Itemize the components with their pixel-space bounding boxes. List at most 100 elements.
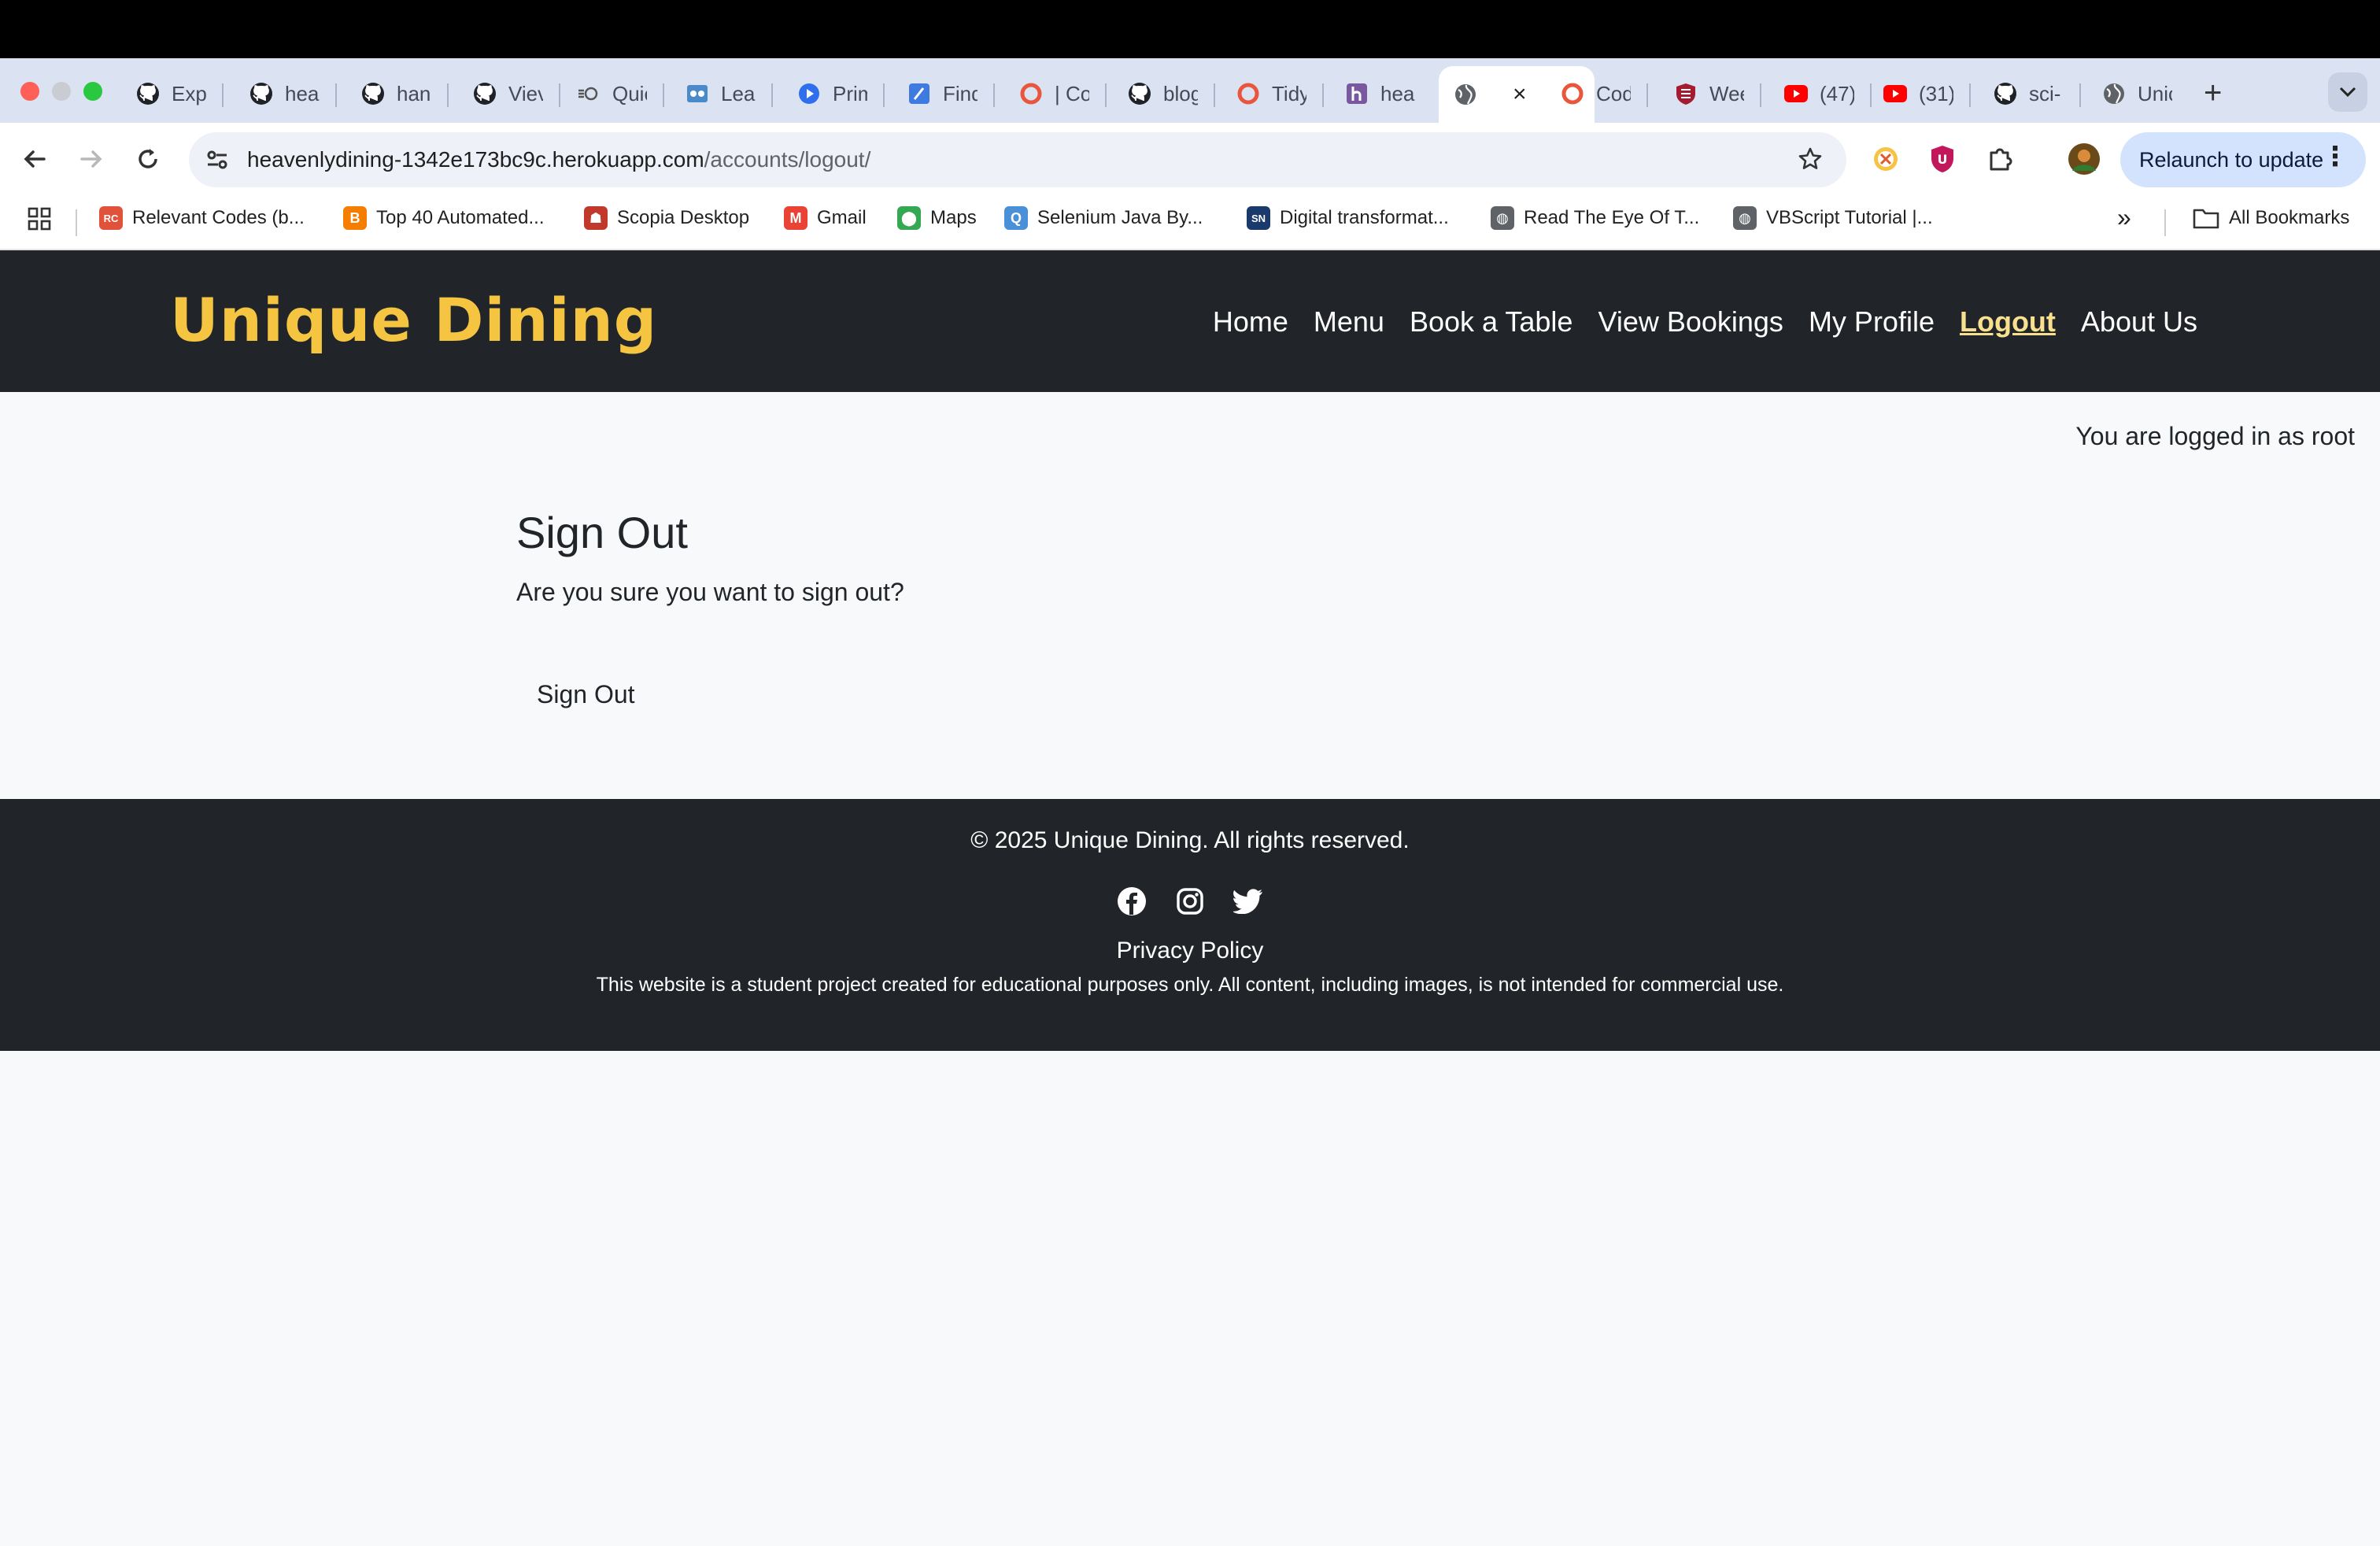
- bookmarks-divider: [76, 209, 77, 236]
- maps-icon: ⬤: [897, 206, 921, 230]
- logged-in-status: You are logged in as root: [2075, 422, 2355, 450]
- browser-tab[interactable]: (31): [1868, 69, 1961, 118]
- close-tab-icon[interactable]: ×: [1513, 81, 1527, 108]
- new-tab-button[interactable]: +: [2204, 76, 2222, 111]
- bookmark-item[interactable]: ☗ Scopia Desktop: [584, 206, 749, 230]
- browser-tab[interactable]: Exp: [121, 69, 214, 118]
- browser-tab[interactable]: Unic: [2087, 69, 2180, 118]
- copyright-text: © 2025 Unique Dining. All rights reserve…: [970, 827, 1410, 853]
- browser-tab[interactable]: Viev: [458, 69, 551, 118]
- bookmark-label: Relevant Codes (b...: [132, 207, 305, 228]
- browser-tab[interactable]: Wee: [1659, 69, 1752, 118]
- twitter-icon[interactable]: [1232, 886, 1264, 917]
- bookmarks-divider: [2164, 209, 2166, 236]
- extension-timer-icon[interactable]: [1867, 140, 1905, 178]
- tab-separator: [1646, 83, 1648, 107]
- tab-separator: [222, 83, 224, 107]
- signout-question: Are you sure you want to sign out?: [516, 578, 904, 606]
- bookmark-item[interactable]: ◍ Read The Eye Of T...: [1491, 206, 1699, 230]
- page-title: Sign Out: [516, 508, 688, 557]
- browser-tab[interactable]: Prim: [782, 69, 875, 118]
- bookmarks-bar: RC Relevant Codes (b... B Top 40 Automated.…: [0, 195, 2380, 250]
- instagram-icon[interactable]: [1174, 886, 1206, 917]
- browser-tab[interactable]: blog: [1113, 69, 1206, 118]
- nav-menu[interactable]: Menu: [1314, 305, 1384, 338]
- nav-logout[interactable]: Logout: [1960, 305, 2056, 338]
- site-footer: © 2025 Unique Dining. All rights reserve…: [0, 799, 2380, 1051]
- tab-title: Prim: [833, 81, 867, 105]
- more-bookmarks-button[interactable]: »: [2117, 203, 2131, 232]
- tab-title: Quic: [612, 81, 647, 105]
- browser-tab[interactable]: (47): [1769, 69, 1862, 118]
- bookmark-star-icon[interactable]: [1794, 143, 1826, 175]
- bookmark-item[interactable]: Q Selenium Java By...: [1004, 206, 1203, 230]
- tab-search-button[interactable]: [2328, 72, 2367, 112]
- github-icon: [472, 81, 497, 106]
- zoom-window-button[interactable]: [83, 82, 102, 101]
- site-brand[interactable]: Unique Dining: [170, 285, 657, 355]
- more-menu-icon[interactable]: ⋮: [2322, 143, 2349, 170]
- bookmark-item[interactable]: RC Relevant Codes (b...: [99, 206, 305, 230]
- arrow-left-icon: [24, 150, 46, 168]
- bookmark-item[interactable]: B Top 40 Automated...: [343, 206, 544, 230]
- profile-avatar[interactable]: [2065, 140, 2103, 178]
- nav-book-a-table[interactable]: Book a Table: [1410, 305, 1573, 338]
- nav-view-bookings[interactable]: View Bookings: [1598, 305, 1783, 338]
- close-window-button[interactable]: [20, 82, 39, 101]
- browser-tab[interactable]: Quic: [562, 69, 655, 118]
- browser-tab[interactable]: hea: [1330, 69, 1423, 118]
- arrow-right-icon: [80, 150, 102, 168]
- folder-icon: [2193, 209, 2219, 229]
- sign-out-button[interactable]: Sign Out: [516, 674, 656, 716]
- back-button[interactable]: [17, 142, 52, 176]
- tab-title: sci-: [2029, 81, 2061, 105]
- circle-icon: [1236, 81, 1261, 106]
- browser-toolbar: heavenlydining-1342e173bc9c.herokuapp.co…: [0, 123, 2380, 195]
- browser-tab[interactable]: | Co: [1004, 69, 1097, 118]
- facebook-icon[interactable]: [1116, 886, 1148, 917]
- apps-grid-button[interactable]: [27, 206, 52, 231]
- quick-icon: [576, 81, 601, 106]
- tab-separator: [335, 83, 337, 107]
- find-icon: [907, 81, 932, 106]
- nav-home[interactable]: Home: [1213, 305, 1288, 338]
- tab-title: (47): [1820, 81, 1854, 105]
- browser-tab[interactable]: sci-: [1979, 69, 2071, 118]
- reload-button[interactable]: [131, 142, 165, 176]
- github-icon: [1993, 81, 2018, 106]
- browser-tab[interactable]: Lear: [671, 69, 763, 118]
- minimize-window-button[interactable]: [52, 82, 71, 101]
- svg-text:U: U: [1938, 152, 1948, 167]
- nav-about-us[interactable]: About Us: [2081, 305, 2197, 338]
- tab-separator: [1760, 83, 1761, 107]
- q-icon: Q: [1004, 206, 1028, 230]
- site-info-icon[interactable]: [203, 146, 231, 174]
- forward-button[interactable]: [74, 142, 109, 176]
- apps-grid-icon: [28, 207, 51, 231]
- tab-separator: [771, 83, 773, 107]
- bookmark-item[interactable]: ⬤ Maps: [897, 206, 977, 230]
- relaunch-to-update-button[interactable]: Relaunch to update ⋮: [2120, 132, 2366, 187]
- address-bar[interactable]: heavenlydining-1342e173bc9c.herokuapp.co…: [189, 132, 1846, 187]
- bookmark-item[interactable]: ◍ VBScript Tutorial |...: [1733, 206, 1933, 230]
- privacy-policy-link[interactable]: Privacy Policy: [0, 938, 2380, 964]
- browser-tab[interactable]: Cod: [1546, 69, 1639, 118]
- browser-tab[interactable]: Find: [893, 69, 985, 118]
- all-bookmarks-button[interactable]: All Bookmarks: [2193, 206, 2349, 230]
- ublock-shield-icon[interactable]: U: [1924, 140, 1961, 178]
- bookmark-item[interactable]: M Gmail: [784, 206, 867, 230]
- url-path: /accounts/logout/: [704, 147, 871, 172]
- tab-title: | Co: [1055, 81, 1089, 105]
- tab-separator: [883, 83, 885, 107]
- tab-title: hea: [285, 81, 320, 105]
- browser-tab[interactable]: Tidy: [1221, 69, 1314, 118]
- tab-separator: [1214, 83, 1215, 107]
- sn-icon: SN: [1247, 206, 1270, 230]
- extensions-puzzle-icon[interactable]: [1982, 140, 2020, 178]
- tab-title: Tidy: [1272, 81, 1306, 105]
- browser-tab[interactable]: hea: [235, 69, 327, 118]
- nav-my-profile[interactable]: My Profile: [1809, 305, 1935, 338]
- bookmark-item[interactable]: SN Digital transformat...: [1247, 206, 1449, 230]
- bookmark-label: Maps: [930, 207, 977, 228]
- browser-tab[interactable]: han: [346, 69, 439, 118]
